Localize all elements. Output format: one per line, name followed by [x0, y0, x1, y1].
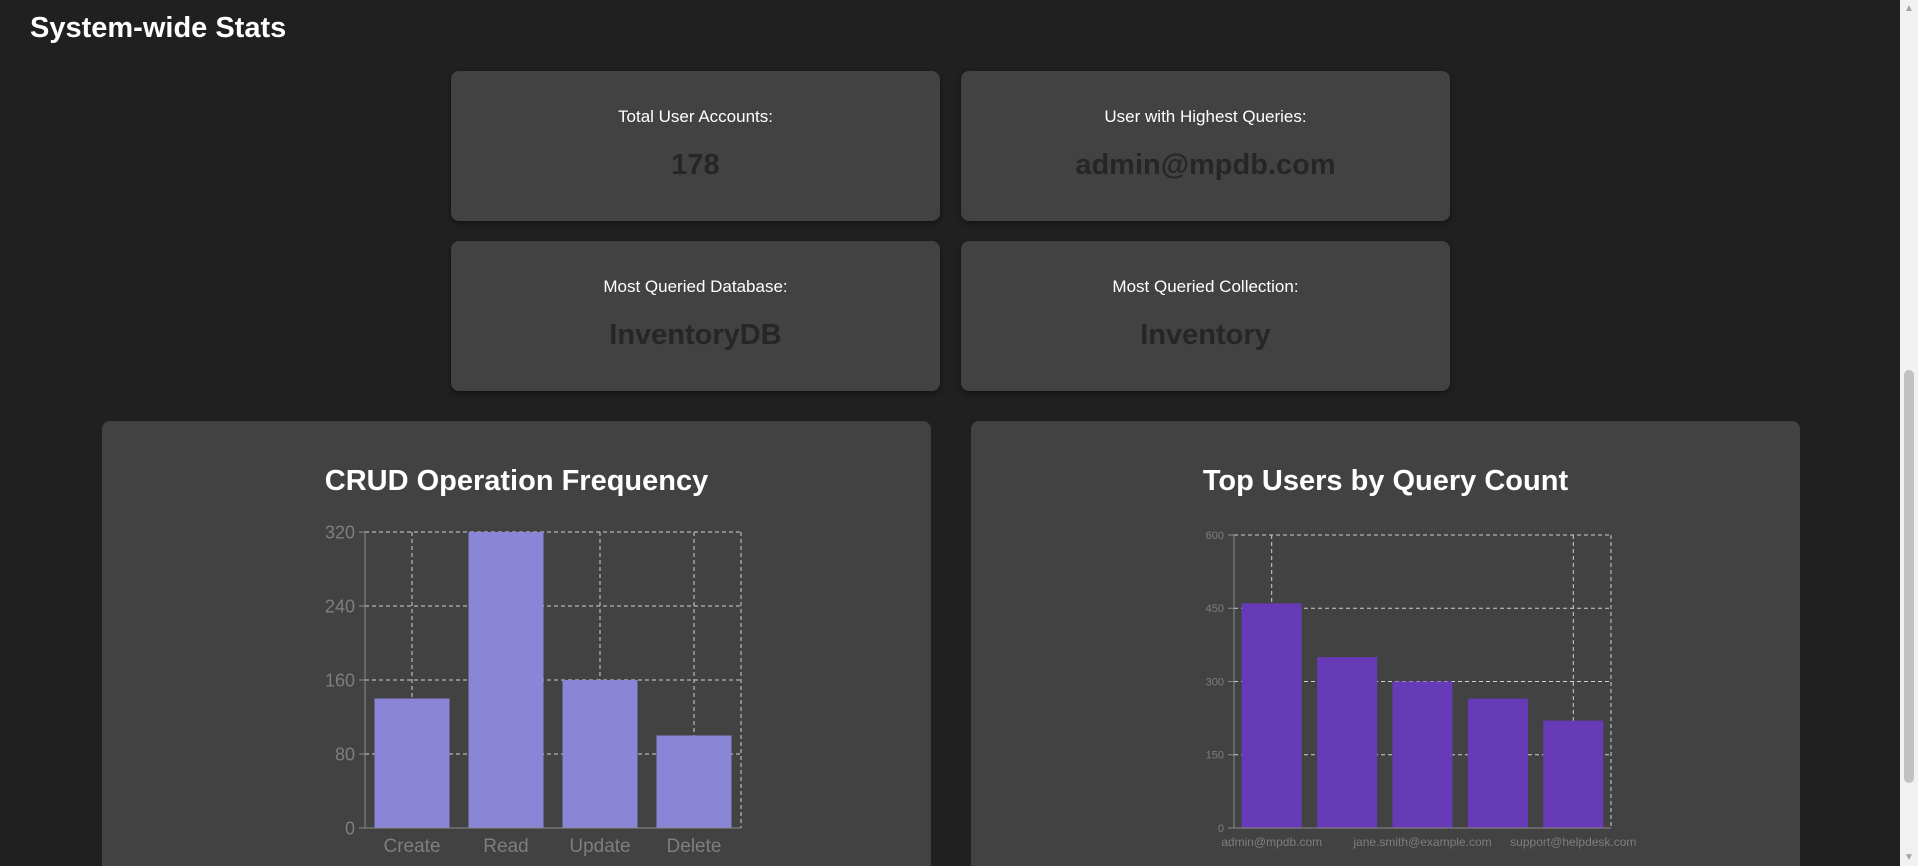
stat-label: User with Highest Queries: — [1104, 107, 1307, 126]
crud-frequency-chart: 0 80 160 240 320 Create Read Update Delete — [325, 522, 742, 857]
y-tick-label: 160 — [325, 670, 355, 690]
x-tick-label: support@helpdesk.com — [1510, 835, 1636, 849]
page: System-wide Stats Total User Accounts: 1… — [0, 0, 1918, 866]
stat-value: InventoryDB — [609, 319, 782, 351]
x-tick-label: Delete — [667, 836, 722, 857]
y-tick-label: 0 — [1218, 823, 1224, 835]
top-users-chart-card: Top Users by Query Count 0 150 300 450 600 ad… — [971, 421, 1800, 866]
y-tick-label: 300 — [1206, 676, 1224, 688]
stat-card-top-user: User with Highest Queries: admin@mpdb.co… — [961, 71, 1450, 221]
stat-card-total-users: Total User Accounts: 178 — [451, 71, 940, 221]
bar — [1467, 698, 1528, 828]
stat-value: 178 — [671, 149, 720, 181]
stat-label: Most Queried Database: — [603, 277, 788, 296]
bar — [562, 680, 638, 828]
y-tick-label: 80 — [335, 744, 355, 764]
top-users-chart: 0 150 300 450 600 admin@mpdb.com jane.smith@ex… — [1206, 530, 1637, 849]
bar — [374, 698, 450, 828]
bar — [1241, 603, 1302, 828]
y-tick-label: 150 — [1206, 750, 1224, 762]
bar — [1317, 657, 1378, 828]
stat-value: Inventory — [1140, 319, 1271, 351]
stat-value: admin@mpdb.com — [1075, 149, 1336, 181]
y-tick-label: 320 — [325, 522, 355, 542]
stat-label: Total User Accounts: — [618, 107, 773, 126]
section-title: System-wide Stats — [30, 12, 287, 44]
bar — [468, 532, 544, 828]
y-tick-label: 0 — [345, 818, 355, 838]
stat-card-top-database: Most Queried Database: InventoryDB — [451, 241, 940, 391]
x-tick-label: Read — [483, 836, 528, 857]
y-tick-label: 240 — [325, 596, 355, 616]
crud-chart-card: CRUD Operation Frequency 0 80 160 240 320 Cre… — [102, 421, 931, 866]
bar — [1392, 681, 1453, 828]
x-tick-label: admin@mpdb.com — [1221, 835, 1322, 849]
scroll-thumb[interactable] — [1904, 370, 1914, 783]
x-tick-label: Create — [383, 836, 440, 857]
bar — [1543, 720, 1604, 828]
stat-label: Most Queried Collection: — [1112, 277, 1299, 296]
scroll-down-arrow-icon[interactable]: ▼ — [1900, 849, 1918, 866]
x-tick-label: Update — [569, 836, 630, 857]
stat-card-top-collection: Most Queried Collection: Inventory — [961, 241, 1450, 391]
x-tick-label: jane.smith@example.com — [1352, 835, 1491, 849]
vertical-scrollbar[interactable]: ▲ ▼ — [1900, 0, 1918, 866]
scroll-up-arrow-icon[interactable]: ▲ — [1900, 0, 1918, 17]
y-tick-label: 450 — [1206, 603, 1224, 615]
y-tick-label: 600 — [1206, 530, 1224, 542]
bar — [656, 735, 732, 828]
